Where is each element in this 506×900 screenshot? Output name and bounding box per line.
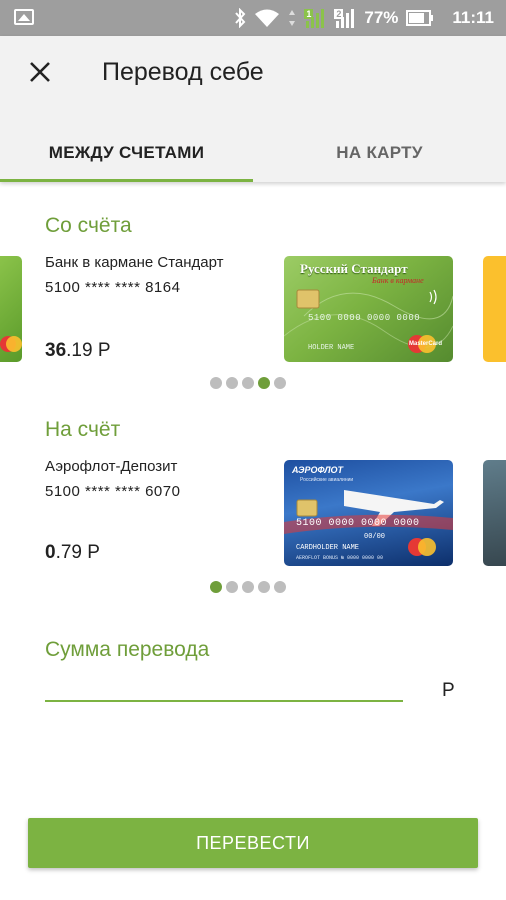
- tab-bar: МЕЖДУ СЧЕТАМИ НА КАРТУ: [0, 124, 506, 182]
- next-card-partial[interactable]: [483, 460, 506, 566]
- from-balance-fraction: .19 Р: [66, 340, 111, 361]
- close-icon: [29, 61, 51, 88]
- next-card-partial[interactable]: [483, 256, 506, 362]
- battery-icon: [406, 10, 434, 26]
- amount-input[interactable]: [45, 668, 403, 702]
- amount-label: Сумма перевода: [45, 638, 210, 661]
- pager-dot-active[interactable]: [210, 581, 222, 593]
- from-account-name: Банк в кармане Стандарт: [45, 254, 224, 271]
- card-brand: АЭРОФЛОТ: [292, 465, 344, 475]
- sim2-label: 2: [334, 9, 344, 19]
- card-brand-line1: Русский Стандарт: [300, 261, 408, 276]
- bluetooth-icon: [234, 8, 246, 28]
- data-arrows-icon: [288, 9, 296, 27]
- app-header: Перевод себе МЕЖДУ СЧЕТАМИ НА КАРТУ: [0, 36, 506, 182]
- tab-to-card[interactable]: НА КАРТУ: [253, 124, 506, 182]
- clock: 11:11: [452, 8, 494, 27]
- sim1-signal-icon: 1: [304, 7, 326, 29]
- close-button[interactable]: [22, 56, 58, 92]
- wifi-icon: [254, 8, 280, 28]
- battery-percent: 77%: [364, 8, 399, 27]
- pager-dot[interactable]: [210, 377, 222, 389]
- to-account-title: На счёт: [45, 418, 121, 441]
- to-card-aeroflot[interactable]: АЭРОФЛОТ Российские авиалинии 5100 0000 …: [284, 460, 453, 566]
- to-account-number: 5100 **** **** 6070: [45, 483, 181, 500]
- pager-dot[interactable]: [226, 377, 238, 389]
- from-account-number: 5100 **** **** 8164: [45, 279, 181, 296]
- prev-card-partial[interactable]: [0, 256, 22, 362]
- page-title: Перевод себе: [102, 58, 264, 86]
- pager-dot[interactable]: [226, 581, 238, 593]
- sim2-signal-icon: 2: [334, 7, 356, 29]
- pager-dot[interactable]: [258, 581, 270, 593]
- to-card-pager: [210, 581, 286, 593]
- card-bonus: AEROFLOT BONUS № 0000 0000 00: [296, 555, 384, 561]
- sim1-label: 1: [304, 9, 314, 19]
- pager-dot[interactable]: [274, 377, 286, 389]
- status-bar: 1 2 77% 11:11: [0, 0, 506, 36]
- tab-between-accounts[interactable]: МЕЖДУ СЧЕТАМИ: [0, 124, 253, 182]
- pager-dot[interactable]: [274, 581, 286, 593]
- pager-dot-active[interactable]: [258, 377, 270, 389]
- card-holder: CARDHOLDER NAME: [296, 544, 360, 552]
- card-number: 5100 0000 0000 0000: [296, 518, 420, 529]
- from-account-title: Со счёта: [45, 214, 132, 237]
- card-valid: 00/00: [364, 533, 386, 541]
- card-holder: HOLDER NAME: [308, 344, 355, 352]
- currency-symbol: Р: [442, 680, 455, 701]
- status-icons: 1 2 77% 11:11: [234, 0, 494, 36]
- card-number: 5100 0000 0000 0000: [308, 313, 421, 323]
- card-brand-sub: Российские авиалинии: [300, 477, 354, 483]
- image-notification-icon: [14, 9, 34, 25]
- card-brand-line2: Банк в кармане: [372, 276, 424, 285]
- transfer-button[interactable]: ПЕРЕВЕСТИ: [28, 818, 478, 868]
- from-card-pager: [210, 377, 286, 389]
- from-account-balance: 36.19 Р: [45, 340, 111, 362]
- from-balance-main: 36: [45, 340, 67, 361]
- to-balance-fraction: .79 Р: [55, 542, 100, 563]
- to-account-balance: 0.79 Р: [45, 542, 100, 564]
- pager-dot[interactable]: [242, 581, 254, 593]
- card-network: MasterCard: [409, 341, 443, 347]
- from-card-russian-standard[interactable]: Русский Стандарт Банк в кармане 5100 000…: [284, 256, 453, 362]
- to-balance-main: 0: [45, 542, 56, 563]
- pager-dot[interactable]: [242, 377, 254, 389]
- to-account-name: Аэрофлот-Депозит: [45, 458, 178, 475]
